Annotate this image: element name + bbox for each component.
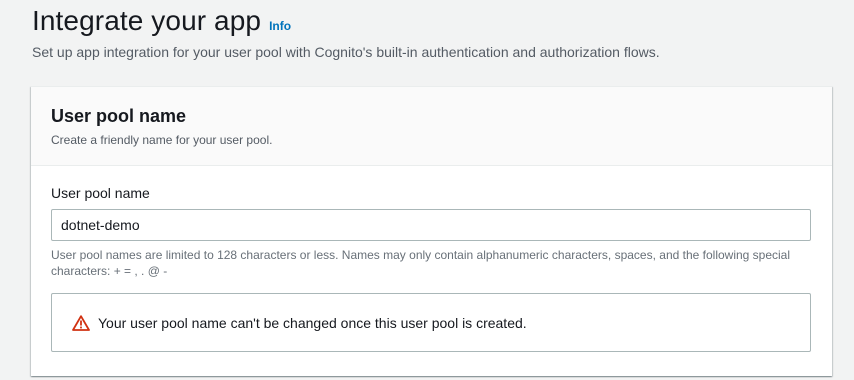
user-pool-name-constraint: User pool names are limited to 128 chara…: [51, 248, 791, 278]
page: Integrate your app Info Set up app integ…: [0, 0, 854, 380]
page-header: Integrate your app Info: [32, 4, 291, 38]
user-pool-name-container: User pool name Create a friendly name fo…: [31, 86, 832, 376]
section-title: User pool name: [51, 106, 187, 126]
warning-icon: [72, 314, 90, 331]
container-header: User pool name Create a friendly name fo…: [31, 87, 832, 166]
section-description: Create a friendly name for your user poo…: [51, 133, 273, 147]
user-pool-name-label: User pool name: [51, 185, 150, 201]
warning-alert-text: Your user pool name can't be changed onc…: [98, 314, 527, 331]
page-description: Set up app integration for your user poo…: [32, 44, 660, 60]
title-row: Integrate your app Info: [32, 4, 291, 38]
page-title: Integrate your app: [32, 5, 262, 36]
user-pool-name-input[interactable]: [51, 209, 811, 241]
info-link[interactable]: Info: [269, 19, 291, 33]
warning-alert: Your user pool name can't be changed onc…: [51, 293, 811, 352]
